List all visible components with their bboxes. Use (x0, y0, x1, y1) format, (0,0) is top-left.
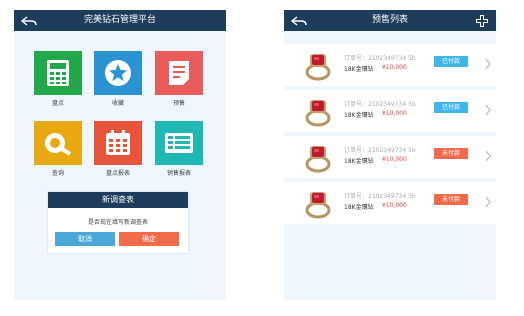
inventory-report-tile[interactable] (94, 121, 142, 165)
chevron-right-icon (485, 196, 491, 208)
presale-tile[interactable] (155, 51, 203, 95)
order-number: 订单号：2102349734 5b (344, 55, 416, 62)
chevron-right-icon (485, 104, 491, 116)
app-title: 完美钻石管理平台 (83, 15, 156, 25)
list-item[interactable]: 订单号：2102349734 5b 18K金镶钻 ¥10,000 未付款 (284, 182, 496, 224)
survey-dialog: 新调查表 是否现在填写新调查表 取消 确定 (48, 192, 188, 253)
tile-label-sales-report: 销售报表 (166, 170, 191, 177)
presale-list-screen: 预售列表 订单号：2102349734 5b 18K金镶钻 ¥10,000 已付… (284, 10, 496, 300)
ring-product-image (305, 192, 331, 219)
status-badge: 未付款 (434, 194, 468, 205)
material: 18K金镶钻 (344, 112, 374, 119)
star-icon (105, 60, 131, 86)
status-badge: 未付款 (434, 148, 468, 159)
back-arrow-icon[interactable] (290, 10, 308, 31)
sales-report-tile[interactable] (155, 121, 203, 165)
list-item[interactable]: 订单号：2102349734 5b 18K金镶钻 ¥10,000 未付款 (284, 136, 496, 178)
chevron-right-icon (485, 150, 491, 162)
favorites-tile[interactable] (94, 51, 142, 95)
order-number: 订单号：2102349734 5b (344, 147, 416, 154)
order-number: 订单号：2102349734 5b (344, 101, 416, 108)
list-title: 预售列表 (371, 15, 408, 25)
inventory-tile[interactable] (34, 51, 82, 95)
main-menu-screen: 完美钻石管理平台 盘点 收藏 预售 查询 盘点报表 销售报表 新调查表 是否现在… (14, 10, 226, 300)
tile-label-presale: 预售 (172, 100, 185, 107)
document-icon (169, 61, 189, 85)
order-number: 订单号：2102349734 5b (344, 193, 416, 200)
table-icon (165, 133, 193, 153)
material: 18K金镶钻 (344, 204, 374, 211)
cancel-button[interactable]: 取消 (55, 232, 115, 246)
chevron-right-icon (485, 58, 491, 70)
dialog-message: 是否现在填写新调查表 (87, 219, 148, 226)
ring-product-image (305, 54, 331, 81)
status-badge: 已付款 (434, 56, 468, 67)
calendar-icon (106, 130, 130, 155)
price: ¥10,000 (382, 64, 407, 71)
ring-product-image (305, 146, 331, 173)
add-icon[interactable] (474, 10, 490, 31)
tile-label-favorites: 收藏 (111, 100, 124, 107)
tile-label-inventory-report: 盘点报表 (105, 170, 130, 177)
confirm-button[interactable]: 确定 (119, 232, 179, 246)
ring-product-image (305, 100, 331, 127)
material: 18K金镶钻 (344, 66, 374, 73)
status-badge: 已付款 (434, 102, 468, 113)
list-item[interactable]: 订单号：2102349734 5b 18K金镶钻 ¥10,000 已付款 (284, 90, 496, 132)
magnifier-icon (45, 133, 72, 156)
calculator-icon (47, 60, 69, 86)
price: ¥10,000 (382, 156, 407, 163)
search-tile[interactable] (34, 121, 82, 165)
material: 18K金镶钻 (344, 158, 374, 165)
price: ¥10,000 (382, 202, 407, 209)
tile-label-inventory: 盘点 (51, 100, 64, 107)
list-item[interactable]: 订单号：2102349734 5b 18K金镶钻 ¥10,000 已付款 (284, 44, 496, 86)
tile-label-search: 查询 (51, 170, 64, 177)
top-bar: 预售列表 (284, 10, 496, 31)
top-bar: 完美钻石管理平台 (14, 10, 226, 31)
back-arrow-icon[interactable] (20, 10, 38, 31)
dialog-title: 新调查表 (48, 192, 188, 208)
price: ¥10,000 (382, 110, 407, 117)
